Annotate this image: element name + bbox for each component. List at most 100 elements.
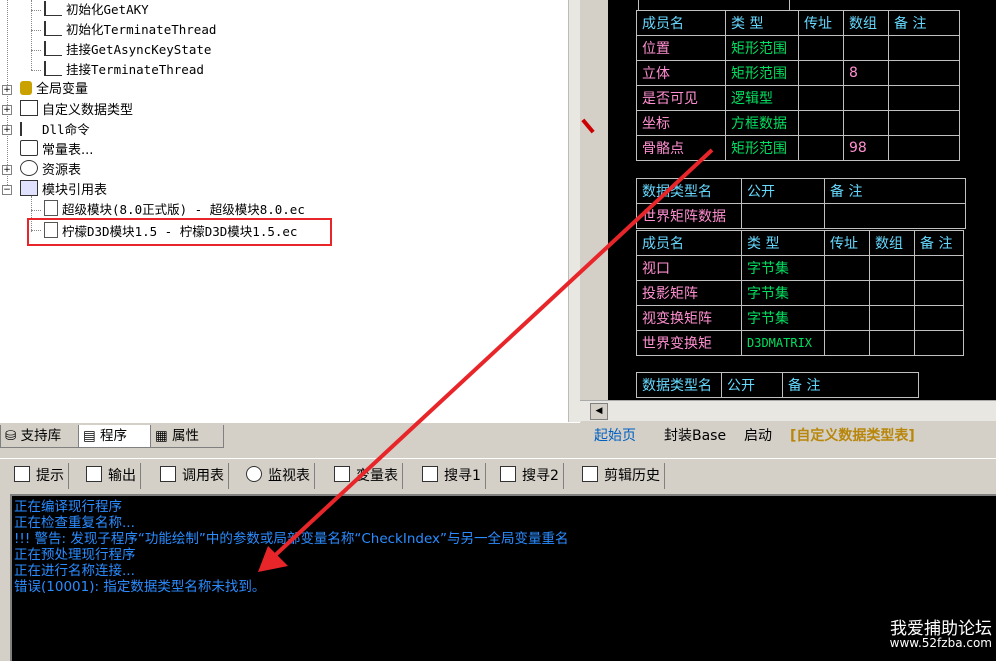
call-stack-icon	[160, 466, 176, 482]
subroutine-icon	[44, 41, 62, 56]
table-row[interactable]: 是否可见 逻辑型	[636, 85, 960, 111]
search-icon	[422, 466, 438, 482]
tab-call-stack[interactable]: 调用表	[156, 463, 229, 489]
program-icon: ▤	[83, 428, 101, 444]
editor-tabs: 起始页 封装Base 启动 [自定义数据类型表]	[580, 422, 996, 450]
program-tree: 初始化GetAKY 初始化TerminateThread 挂接GetAsyncK…	[0, 0, 568, 422]
tab-clipboard-history[interactable]: 剪辑历史	[578, 463, 665, 489]
lightbulb-icon	[14, 466, 30, 482]
tab-watch[interactable]: 监视表	[242, 463, 315, 489]
table-row[interactable]: 立体 矩形范围 8	[636, 60, 960, 86]
tab-custom-data-types[interactable]: [自定义数据类型表]	[790, 425, 915, 447]
database-icon	[20, 81, 32, 95]
properties-icon: ▦	[155, 428, 173, 444]
table-row[interactable]: 世界变换矩 D3DMATRIX	[636, 330, 964, 356]
subroutine-icon	[44, 61, 62, 76]
table-row[interactable]: 坐标 方框数据	[636, 110, 960, 136]
collapse-toggle-module-refs[interactable]: −	[2, 185, 12, 195]
column-header: 备 注	[888, 10, 960, 36]
output-toolbar: 提示 输出 调用表 监视表 变量表 搜寻1 搜寻2 剪辑历史	[0, 458, 996, 493]
tab-search-2[interactable]: 搜寻2	[496, 463, 564, 489]
tab-start-page[interactable]: 起始页	[594, 425, 636, 447]
left-panel-tabs: ⛁ 支持库 ▤ 程序 ▦ 属性	[0, 422, 580, 451]
column-header: 数据类型名	[636, 372, 722, 398]
table-row[interactable]: 位置 矩形范围	[636, 35, 960, 61]
column-header: 传址	[798, 10, 844, 36]
tab-startup[interactable]: 启动	[744, 425, 772, 447]
tree-item-module-references[interactable]: 模块引用表	[20, 180, 107, 200]
scroll-left-icon[interactable]: ◀	[590, 403, 608, 420]
tree-item-hook-terminatethread[interactable]: 挂接TerminateThread	[44, 60, 204, 80]
constants-icon	[20, 140, 38, 156]
magnifier-icon	[246, 466, 262, 482]
type-members-table-2: 成员名 类 型 传址 数组 备 注 视口 字节集 投影矩阵 字节集 视变换矩阵 字节集…	[636, 230, 964, 356]
expand-toggle-resources[interactable]: +	[2, 165, 12, 175]
column-header: 数据类型名	[636, 178, 742, 204]
tab-support-library[interactable]: ⛁ 支持库	[0, 425, 80, 448]
expand-toggle-dll-commands[interactable]: +	[2, 125, 12, 135]
tab-output[interactable]: 输出	[82, 463, 141, 489]
table-row[interactable]: 视口 字节集	[636, 255, 964, 281]
tree-item-custom-data-types[interactable]: 自定义数据类型	[20, 100, 133, 120]
tab-program[interactable]: ▤ 程序	[78, 425, 152, 448]
resources-icon	[20, 160, 38, 176]
tree-item-init-getaky[interactable]: 初始化GetAKY	[44, 0, 149, 20]
table-row[interactable]: 世界矩阵数据	[636, 203, 966, 229]
column-header: 备 注	[824, 178, 966, 204]
tree-item-constants[interactable]: 常量表...	[20, 140, 93, 160]
subroutine-icon	[44, 21, 62, 36]
module-icon	[20, 180, 38, 196]
variables-icon	[334, 466, 350, 482]
column-header: 成员名	[636, 230, 742, 256]
column-header: 类 型	[741, 230, 825, 256]
column-header: 数组	[869, 230, 915, 256]
clipboard-icon	[582, 466, 598, 482]
console-line: 正在检查重复名称...	[14, 515, 135, 531]
highlight-box	[27, 218, 332, 246]
console-line: 正在进行名称连接...	[14, 563, 135, 579]
column-header: 备 注	[782, 372, 919, 398]
console-line: 正在编译现行程序	[14, 499, 122, 515]
dll-icon	[20, 122, 38, 136]
expand-toggle-custom-types[interactable]: +	[2, 105, 12, 115]
column-header: 成员名	[636, 10, 726, 36]
tab-variables[interactable]: 变量表	[330, 463, 403, 489]
tab-wrap-base[interactable]: 封装Base	[664, 425, 726, 447]
code-horizontal-scrollbar[interactable]: ◀	[580, 400, 996, 421]
tree-item-super-module[interactable]: 超级模块(8.0正式版) - 超级模块8.0.ec	[44, 200, 305, 220]
tab-properties[interactable]: ▦ 属性	[150, 425, 224, 448]
tree-item-global-variables[interactable]: 全局变量	[20, 80, 88, 100]
table-row[interactable]: 视变换矩阵 字节集	[636, 305, 964, 331]
console-line: 错误(10001): 指定数据类型名称未找到。	[14, 579, 266, 595]
tab-search-1[interactable]: 搜寻1	[418, 463, 486, 489]
column-header: 传址	[824, 230, 870, 256]
table-row[interactable]: 投影矩阵 字节集	[636, 280, 964, 306]
tab-hints[interactable]: 提示	[10, 463, 69, 489]
code-gutter	[580, 0, 608, 400]
search-icon	[500, 466, 516, 482]
column-header: 公开	[741, 178, 825, 204]
tree-item-init-terminatethread[interactable]: 初始化TerminateThread	[44, 20, 216, 40]
column-header: 备 注	[914, 230, 964, 256]
code-editor[interactable]: 成员名 类 型 传址 数组 备 注 位置 矩形范围 立体 矩形范围 8 是否可见 逻辑型…	[608, 0, 996, 400]
file-icon	[44, 200, 58, 216]
column-header: 数组	[843, 10, 889, 36]
column-header: 公开	[721, 372, 783, 398]
watermark-url: www.52fzba.com	[889, 636, 992, 650]
subroutine-icon	[44, 1, 62, 16]
table-row[interactable]: 骨骼点 矩形范围 98	[636, 135, 960, 161]
tree-item-resources[interactable]: 资源表	[20, 160, 81, 180]
data-type-icon	[20, 100, 38, 116]
tree-item-dll-commands[interactable]: Dll命令	[20, 120, 90, 140]
output-icon	[86, 466, 102, 482]
tree-item-hook-getasynckeystate[interactable]: 挂接GetAsyncKeyState	[44, 40, 211, 60]
column-header: 类 型	[725, 10, 799, 36]
output-console[interactable]: 正在编译现行程序 正在检查重复名称... !!! 警告: 发现子程序“功能绘制”…	[10, 494, 996, 661]
console-line: !!! 警告: 发现子程序“功能绘制”中的参数或局部变量名称“CheckInde…	[14, 531, 569, 547]
bookmark-icon	[581, 118, 595, 134]
console-line: 正在预处理现行程序	[14, 547, 136, 563]
data-type-table-2: 数据类型名 公开 备 注 世界矩阵数据	[636, 178, 966, 229]
type-members-table-1: 成员名 类 型 传址 数组 备 注 位置 矩形范围 立体 矩形范围 8 是否可见 逻辑型…	[636, 10, 960, 161]
expand-toggle-global-vars[interactable]: +	[2, 85, 12, 95]
support-library-icon: ⛁	[5, 428, 21, 444]
